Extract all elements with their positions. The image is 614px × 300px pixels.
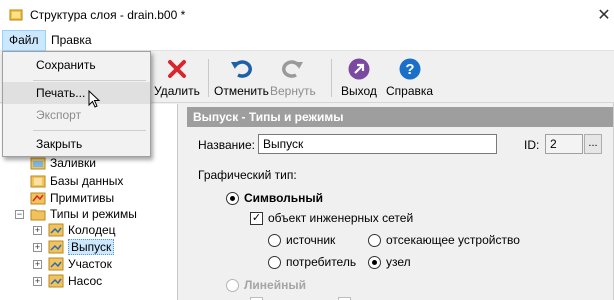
undo-button[interactable]: Отменить — [214, 55, 269, 101]
tree-item-label: Колодец — [68, 223, 116, 237]
name-label: Название: — [198, 138, 255, 152]
symbolic-radio[interactable] — [226, 192, 239, 205]
redo-button[interactable]: Вернуть — [270, 55, 316, 101]
eng-networks-label: объект инженерных сетей — [268, 211, 414, 225]
toolbar-separator — [208, 59, 209, 97]
menu-item-export[interactable]: Экспорт — [3, 104, 150, 126]
tree-item-label: Выпуск — [68, 239, 115, 255]
layer-structure-window: Структура слоя - drain.b00 * ✕ Файл Прав… — [0, 0, 614, 300]
title-bar: Структура слоя - drain.b00 * ✕ — [0, 0, 614, 30]
folder-open-icon — [30, 209, 46, 221]
graphic-type-label: Графический тип: — [198, 168, 297, 182]
tree-item-databases[interactable]: Базы данных — [30, 173, 123, 189]
exit-label: Выход — [341, 84, 377, 98]
consumer-label: потребитель — [286, 255, 357, 269]
tree-item-well[interactable]: Колодец — [48, 222, 116, 238]
mode-icon — [48, 257, 64, 271]
linear-label: Линейный — [244, 278, 306, 292]
linear-radio[interactable] — [226, 279, 239, 292]
database-folder-icon — [30, 175, 46, 188]
id-browse-button[interactable]: ... — [584, 134, 602, 154]
undo-icon — [231, 60, 253, 78]
tree-item-types-modes[interactable]: Типы и режимы — [30, 206, 137, 222]
menu-item-save[interactable]: Сохранить — [3, 54, 150, 76]
file-menu-dropdown: Сохранить Печать... Экспорт Закрыть — [2, 51, 151, 157]
section-header: Выпуск - Типы и режимы — [187, 107, 613, 127]
id-label: ID: — [524, 138, 540, 152]
close-icon[interactable]: ✕ — [594, 0, 614, 30]
collapse-toggle[interactable]: − — [15, 210, 24, 219]
help-button[interactable]: ? Справка — [386, 55, 433, 101]
expand-toggle[interactable]: + — [33, 260, 42, 269]
name-field[interactable]: Выпуск — [258, 134, 497, 154]
delete-label: Удалить — [154, 84, 200, 98]
source-radio[interactable] — [268, 234, 281, 247]
fill-folder-icon — [30, 157, 46, 170]
expand-toggle[interactable]: + — [33, 226, 42, 235]
delete-icon — [167, 60, 186, 78]
redo-label: Вернуть — [270, 84, 316, 98]
mode-icon — [48, 274, 64, 288]
eng-networks-checkbox[interactable]: ✓ — [250, 212, 263, 225]
expand-toggle[interactable]: + — [33, 243, 42, 252]
cutoff-radio[interactable] — [368, 234, 381, 247]
node-label: узел — [386, 255, 411, 269]
tree-item-fills[interactable]: Заливки — [30, 155, 96, 171]
tree-item-label: Типы и режимы — [50, 207, 137, 221]
redo-icon — [281, 60, 303, 78]
tree-item-label: Участок — [68, 257, 112, 271]
consumer-radio[interactable] — [268, 256, 281, 269]
mode-icon — [48, 240, 64, 254]
tree-item-label: Заливки — [50, 156, 96, 170]
svg-text:?: ? — [405, 61, 414, 78]
menu-item-close[interactable]: Закрыть — [3, 133, 150, 155]
primitives-folder-icon — [30, 192, 46, 205]
menu-item-print[interactable]: Печать... — [3, 82, 150, 104]
window-title: Структура слоя - drain.b00 * — [30, 8, 186, 22]
source-label: источник — [286, 233, 336, 247]
menu-file[interactable]: Файл — [2, 30, 46, 51]
undo-label: Отменить — [214, 84, 269, 98]
mouse-pointer-icon — [88, 90, 101, 108]
tree-item-section[interactable]: Участок — [48, 256, 112, 272]
help-icon: ? — [399, 58, 421, 80]
symbolic-label: Символьный — [244, 191, 324, 205]
menu-separator — [33, 130, 146, 131]
exit-button[interactable]: Выход — [341, 55, 377, 101]
exit-icon — [348, 58, 370, 80]
expand-toggle[interactable]: + — [33, 277, 42, 286]
help-label: Справка — [386, 84, 434, 98]
properties-panel: Выпуск - Типы и режимы Название: Выпуск … — [179, 104, 613, 300]
tree-item-primitives[interactable]: Примитивы — [30, 190, 114, 206]
delete-button[interactable]: Удалить — [154, 55, 200, 101]
tree-item-label: Примитивы — [50, 191, 115, 205]
mode-icon — [48, 223, 64, 237]
menu-edit[interactable]: Правка — [45, 30, 98, 51]
toolbar-separator — [331, 59, 332, 97]
menu-separator — [33, 80, 146, 81]
menu-bar: Файл Правка — [0, 30, 614, 51]
tree-item-label: Базы данных — [50, 174, 124, 188]
app-icon — [9, 9, 23, 21]
cutoff-label: отсекающее устройство — [386, 233, 520, 247]
node-radio[interactable] — [368, 256, 381, 269]
tree-item-pump[interactable]: Насос — [48, 273, 102, 289]
tree-item-label: Насос — [68, 274, 103, 288]
id-field: 2 — [545, 134, 583, 154]
tree-item-outlet[interactable]: Выпуск — [48, 239, 115, 255]
